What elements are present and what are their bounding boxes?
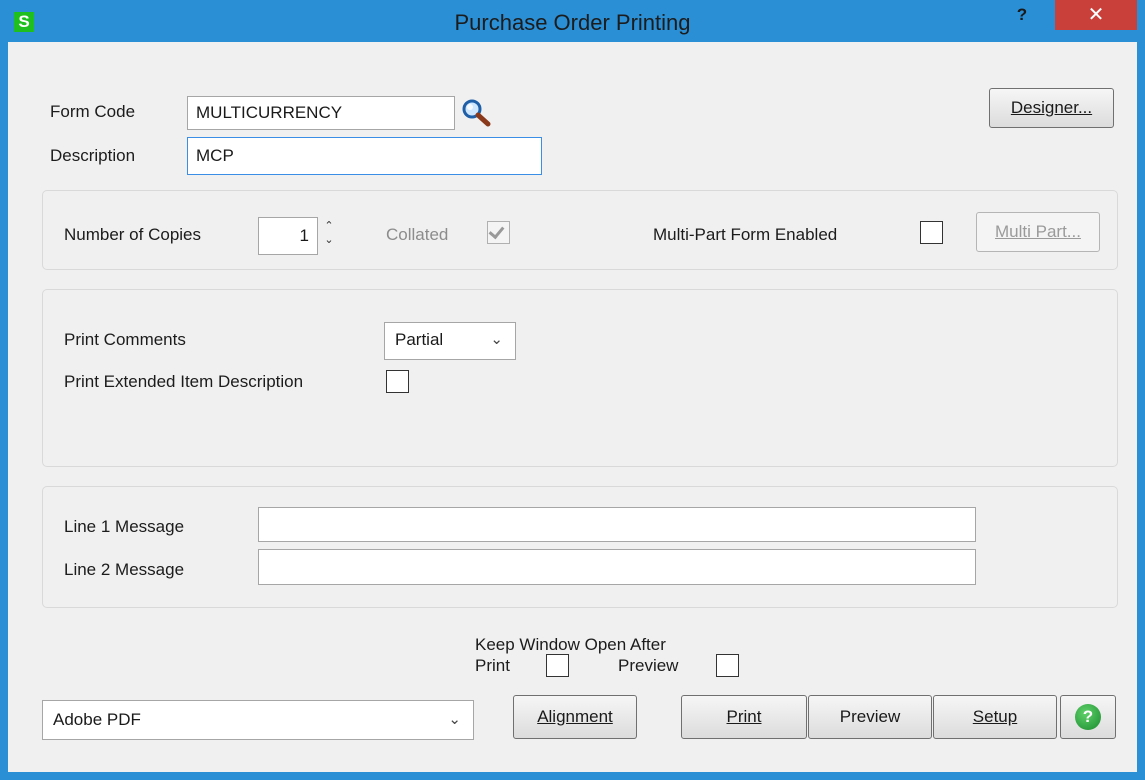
copies-spinner[interactable]: ⌃ ⌄ xyxy=(322,219,336,257)
close-icon: ✕ xyxy=(1087,4,1105,26)
form-code-label: Form Code xyxy=(50,102,136,121)
number-of-copies-input[interactable]: 1 xyxy=(258,217,318,255)
print-comments-dropdown[interactable]: Partial ⌄ xyxy=(384,322,516,360)
number-of-copies-label: Number of Copies xyxy=(64,225,202,244)
line1-message-input[interactable] xyxy=(258,507,976,542)
messages-group xyxy=(42,486,1118,608)
keep-window-open-label: Keep Window Open After xyxy=(475,635,666,654)
multipart-form-enabled-label: Multi-Part Form Enabled xyxy=(653,225,838,244)
spin-down-icon[interactable]: ⌄ xyxy=(322,233,336,247)
print-comments-value: Partial xyxy=(395,330,444,349)
purchase-order-printing-window: S Purchase Order Printing ? ✕ Form Code … xyxy=(0,0,1145,780)
printer-dropdown[interactable]: Adobe PDF ⌄ xyxy=(42,700,474,740)
designer-button[interactable]: Designer... xyxy=(989,88,1114,128)
window-title: Purchase Order Printing xyxy=(454,10,691,35)
title-bar[interactable]: S Purchase Order Printing ? ✕ xyxy=(0,0,1145,42)
titlebar-help-button[interactable]: ? xyxy=(1007,0,1037,30)
alignment-button-label: Alignment xyxy=(537,707,613,726)
setup-button-label: Setup xyxy=(972,707,1018,726)
line2-message-input[interactable] xyxy=(258,549,976,585)
alignment-button[interactable]: Alignment xyxy=(513,695,637,739)
designer-button-label: Designer... xyxy=(1010,98,1093,117)
description-label: Description xyxy=(50,146,136,165)
print-extended-item-description-label: Print Extended Item Description xyxy=(64,372,304,391)
print-extended-item-description-checkbox[interactable] xyxy=(386,370,409,393)
multipart-form-enabled-checkbox[interactable] xyxy=(920,221,943,244)
line2-message-label: Line 2 Message xyxy=(64,560,185,579)
description-input[interactable]: MCP xyxy=(187,137,542,175)
chevron-down-icon: ⌄ xyxy=(448,711,461,728)
print-button[interactable]: Print xyxy=(681,695,807,739)
multi-part-button-label: Multi Part... xyxy=(995,222,1081,241)
collated-checkbox[interactable] xyxy=(487,221,510,244)
chevron-down-icon: ⌄ xyxy=(490,331,503,348)
preview-button-label: Preview xyxy=(839,707,901,726)
print-button-label: Print xyxy=(726,707,762,726)
keep-open-preview-checkbox[interactable] xyxy=(716,654,739,677)
collated-label: Collated xyxy=(386,225,449,244)
keep-open-print-checkbox[interactable] xyxy=(546,654,569,677)
copies-group xyxy=(42,190,1118,270)
check-icon xyxy=(488,222,505,240)
form-code-input[interactable]: MULTICURRENCY xyxy=(187,96,455,130)
magnifier-lookup-icon[interactable] xyxy=(459,97,493,127)
printer-value: Adobe PDF xyxy=(53,710,141,729)
line1-message-label: Line 1 Message xyxy=(64,517,185,536)
multi-part-button[interactable]: Multi Part... xyxy=(976,212,1100,252)
keep-open-print-label: Print xyxy=(475,656,510,675)
keep-open-preview-label: Preview xyxy=(618,656,679,675)
setup-button[interactable]: Setup xyxy=(933,695,1057,739)
help-icon: ? xyxy=(1075,704,1101,730)
spin-up-icon[interactable]: ⌃ xyxy=(322,219,336,233)
print-comments-label: Print Comments xyxy=(64,330,186,349)
help-button[interactable]: ? xyxy=(1060,695,1116,739)
preview-button[interactable]: Preview xyxy=(808,695,932,739)
close-button[interactable]: ✕ xyxy=(1055,0,1137,30)
